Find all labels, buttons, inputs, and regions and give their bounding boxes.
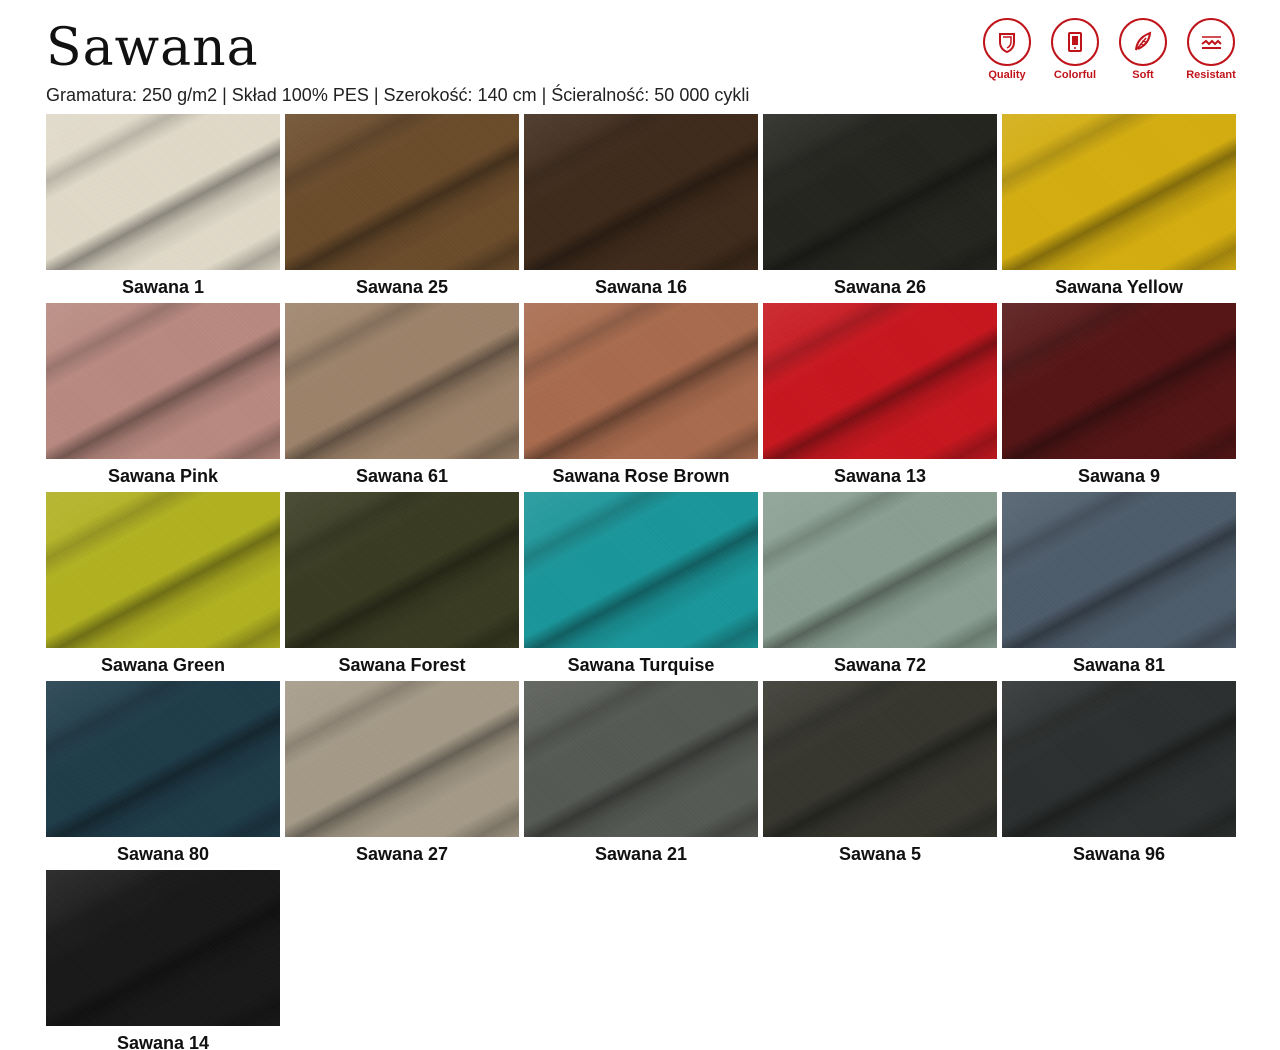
swatch-item[interactable]: Sawana 80 bbox=[46, 681, 280, 870]
swatch-label: Sawana 9 bbox=[1077, 466, 1161, 486]
swatch-item[interactable]: Sawana 72 bbox=[763, 492, 997, 681]
swatch-label: Sawana Pink bbox=[107, 466, 219, 486]
swatch-card-icon bbox=[1051, 18, 1099, 66]
swatch-item[interactable]: Sawana 13 bbox=[763, 303, 997, 492]
swatch-label: Sawana 72 bbox=[833, 655, 927, 675]
swatch-item[interactable]: Sawana 14 bbox=[46, 870, 280, 1050]
badge-label: Soft bbox=[1132, 69, 1154, 81]
swatch-item[interactable]: Sawana 16 bbox=[524, 114, 758, 303]
swatch-label: Sawana 14 bbox=[116, 1033, 210, 1050]
fabric-swatch-image[interactable] bbox=[763, 303, 997, 459]
badge-label: Resistant bbox=[1186, 69, 1236, 81]
swatch-label: Sawana 81 bbox=[1072, 655, 1166, 675]
fabric-swatch-image[interactable] bbox=[1002, 492, 1236, 648]
fabric-swatch-image[interactable] bbox=[1002, 303, 1236, 459]
fabric-swatch-image[interactable] bbox=[1002, 681, 1236, 837]
swatch-label: Sawana 21 bbox=[594, 844, 688, 864]
swatch-item[interactable]: Sawana Green bbox=[46, 492, 280, 681]
shield-icon bbox=[983, 18, 1031, 66]
swatch-item[interactable]: Sawana Rose Brown bbox=[524, 303, 758, 492]
swatch-item[interactable]: Sawana Forest bbox=[285, 492, 519, 681]
swatch-label: Sawana 16 bbox=[594, 277, 688, 297]
fabric-specs: Gramatura: 250 g/m2 | Skład 100% PES | S… bbox=[46, 85, 750, 105]
feature-badges: Quality Colorful Soft Resistant bbox=[982, 18, 1236, 81]
page-title: Sawana bbox=[46, 18, 259, 78]
swatch-label: Sawana Yellow bbox=[1055, 277, 1183, 297]
fabric-swatch-image[interactable] bbox=[524, 114, 758, 270]
swatch-label: Sawana 27 bbox=[355, 844, 449, 864]
swatch-item[interactable]: Sawana 81 bbox=[1002, 492, 1236, 681]
swatch-label: Sawana 5 bbox=[838, 844, 922, 864]
swatch-item[interactable]: Sawana Pink bbox=[46, 303, 280, 492]
swatch-label: Sawana 13 bbox=[833, 466, 927, 486]
swatch-item[interactable]: Sawana 26 bbox=[763, 114, 997, 303]
fabric-swatch-image[interactable] bbox=[524, 492, 758, 648]
badge-resistant: Resistant bbox=[1186, 18, 1236, 81]
swatch-label: Sawana 80 bbox=[116, 844, 210, 864]
fabric-swatch-image[interactable] bbox=[285, 303, 519, 459]
swatch-item[interactable]: Sawana 21 bbox=[524, 681, 758, 870]
fabric-swatch-image[interactable] bbox=[524, 303, 758, 459]
swatch-label: Sawana Forest bbox=[338, 655, 466, 675]
fabric-swatch-image[interactable] bbox=[763, 114, 997, 270]
swatch-item[interactable]: Sawana 61 bbox=[285, 303, 519, 492]
swatch-item[interactable]: Sawana Yellow bbox=[1002, 114, 1236, 303]
swatch-item[interactable]: Sawana 5 bbox=[763, 681, 997, 870]
badge-label: Colorful bbox=[1053, 69, 1097, 81]
fabric-swatch-image[interactable] bbox=[46, 303, 280, 459]
abrasion-icon bbox=[1187, 18, 1235, 66]
badge-quality: Quality bbox=[982, 18, 1032, 81]
swatch-grid: Sawana 1 Sawana 25 Sawana 16 Sawana 26 Sawan… bbox=[46, 114, 1236, 1050]
fabric-swatch-image[interactable] bbox=[285, 114, 519, 270]
swatch-item[interactable]: Sawana 96 bbox=[1002, 681, 1236, 870]
badge-soft: Soft bbox=[1118, 18, 1168, 81]
swatch-item[interactable]: Sawana 27 bbox=[285, 681, 519, 870]
swatch-label: Sawana 61 bbox=[355, 466, 449, 486]
fabric-swatch-image[interactable] bbox=[763, 492, 997, 648]
fabric-swatch-image[interactable] bbox=[46, 492, 280, 648]
fabric-swatch-image[interactable] bbox=[46, 114, 280, 270]
swatch-label: Sawana 1 bbox=[121, 277, 205, 297]
swatch-item[interactable]: Sawana 25 bbox=[285, 114, 519, 303]
fabric-swatch-image[interactable] bbox=[763, 681, 997, 837]
swatch-label: Sawana 96 bbox=[1072, 844, 1166, 864]
fabric-swatch-image[interactable] bbox=[46, 681, 280, 837]
badge-label: Quality bbox=[988, 69, 1026, 81]
swatch-label: Sawana Rose Brown bbox=[552, 466, 730, 486]
fabric-swatch-image[interactable] bbox=[1002, 114, 1236, 270]
fabric-swatch-image[interactable] bbox=[285, 492, 519, 648]
swatch-item[interactable]: Sawana 9 bbox=[1002, 303, 1236, 492]
swatch-item[interactable]: Sawana 1 bbox=[46, 114, 280, 303]
swatch-label: Sawana 26 bbox=[833, 277, 927, 297]
swatch-label: Sawana Green bbox=[100, 655, 226, 675]
swatch-label: Sawana 25 bbox=[355, 277, 449, 297]
fabric-swatch-image[interactable] bbox=[46, 870, 280, 1026]
fabric-swatch-image[interactable] bbox=[285, 681, 519, 837]
fabric-swatch-image[interactable] bbox=[524, 681, 758, 837]
badge-colorful: Colorful bbox=[1050, 18, 1100, 81]
swatch-item[interactable]: Sawana Turquise bbox=[524, 492, 758, 681]
swatch-label: Sawana Turquise bbox=[567, 655, 715, 675]
feather-icon bbox=[1119, 18, 1167, 66]
